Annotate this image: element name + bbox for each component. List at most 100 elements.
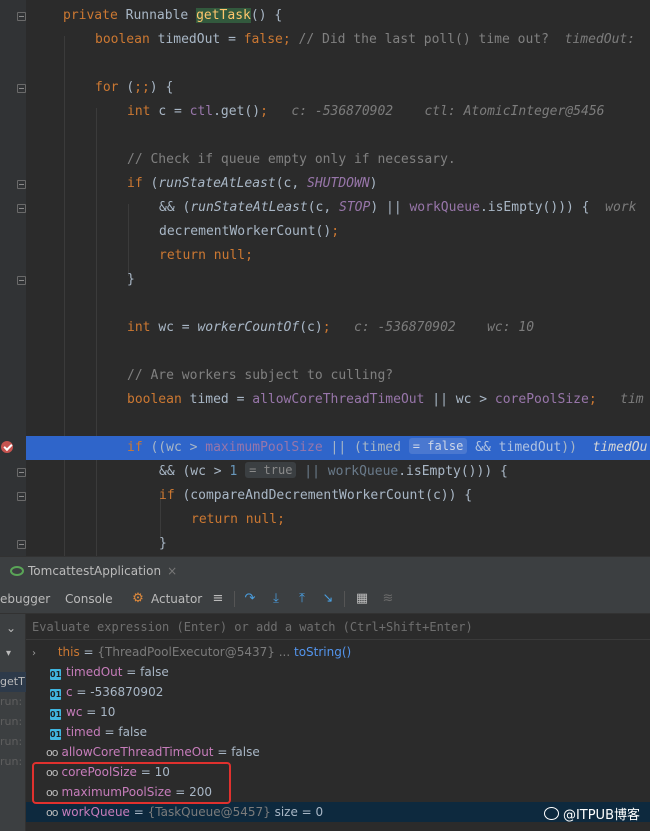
code-token: ; xyxy=(245,248,253,263)
variable-value: 10 xyxy=(100,705,116,719)
variable-row-this[interactable]: › this = {ThreadPoolExecutor@5437} ... t… xyxy=(26,642,650,662)
fold-marker[interactable] xyxy=(17,84,26,93)
fold-marker[interactable] xyxy=(17,276,26,285)
watermark-text: @ITPUB博客 xyxy=(562,808,640,823)
watch-glasses-icon: oo xyxy=(46,806,59,819)
code-token: ; xyxy=(260,104,268,119)
menu-icon[interactable]: ≡ xyxy=(210,590,226,608)
inline-debug-value: wc: 10 xyxy=(487,320,535,335)
primitive-icon: 01 xyxy=(50,669,62,680)
code-token: allowCoreThreadTimeOut xyxy=(252,392,425,407)
step-into-icon[interactable]: ⤓ xyxy=(268,590,284,608)
code-token: maximumPoolSize xyxy=(205,440,323,455)
code-comment: // Check if queue empty only if necessar… xyxy=(127,152,456,167)
stack-frame[interactable]: getT xyxy=(0,672,26,692)
code-token: (compareAndDecrementWorkerCount(c)) { xyxy=(182,488,473,503)
editor-gutter[interactable] xyxy=(0,0,26,556)
code-token: || wc > xyxy=(424,392,495,407)
tab-actuator[interactable]: Actuator xyxy=(151,590,202,608)
code-line-1: private Runnable getTask() { xyxy=(63,4,282,28)
variable-value: false xyxy=(140,665,169,679)
code-token: ; xyxy=(282,32,299,47)
code-token: && (wc > xyxy=(159,464,230,479)
code-token: timedOut = xyxy=(157,32,244,47)
variable-row-wc[interactable]: 01 wc = 10 xyxy=(26,702,650,722)
fold-marker[interactable] xyxy=(17,180,26,189)
code-token: } xyxy=(127,272,135,287)
variable-value: false xyxy=(118,725,147,739)
step-out-icon[interactable]: ⤒ xyxy=(294,590,310,608)
step-over-icon[interactable]: ↷ xyxy=(242,590,258,608)
run-config-tab[interactable]: TomcattestApplication × xyxy=(10,561,177,581)
code-line-4: for (;;) { xyxy=(95,76,173,100)
inline-value-chip: = false xyxy=(408,438,468,454)
inline-debug-value: c: -536870902 xyxy=(291,104,394,119)
stack-frame[interactable]: run: xyxy=(0,752,26,772)
variable-row-timed[interactable]: 01 timed = false xyxy=(26,722,650,742)
fold-marker[interactable] xyxy=(17,540,26,549)
code-token: || (timed xyxy=(322,440,401,455)
primitive-icon: 01 xyxy=(50,709,62,720)
variable-row-allowcorethreadtimeout[interactable]: oo allowCoreThreadTimeOut = false xyxy=(26,742,650,762)
code-line-14: int wc = workerCountOf(c); c: -536870902… xyxy=(127,316,534,340)
variable-row-timedout[interactable]: 01 timedOut = false xyxy=(26,662,650,682)
inline-debug-value: timedOu xyxy=(592,440,648,455)
variable-equals: = xyxy=(213,745,232,759)
code-token: workerCountOf xyxy=(197,320,300,335)
variable-name: this xyxy=(57,645,80,659)
code-token: runStateAtLeast xyxy=(190,200,308,215)
breakpoint-icon[interactable] xyxy=(1,441,13,453)
current-execution-line[interactable]: if ((wc > maximumPoolSize || (timed = fa… xyxy=(26,436,650,460)
code-line-21: if (compareAndDecrementWorkerCount(c)) { xyxy=(159,484,472,508)
code-token: int xyxy=(127,320,159,335)
variable-equals: = xyxy=(100,725,119,739)
evaluate-table-icon[interactable]: ▦ xyxy=(354,590,370,608)
debug-toolbar: ebugger Console ⚙ Actuator ≡ ↷ ⤓ ⤒ ↘ ▦ ≋ xyxy=(0,584,650,614)
trace-icon[interactable]: ≋ xyxy=(380,590,396,608)
inline-debug-value: tim xyxy=(620,392,644,407)
code-token: wc = xyxy=(158,320,198,335)
debug-session-tabbar: TomcattestApplication × xyxy=(0,556,650,584)
code-token: workQueue xyxy=(409,200,480,215)
spring-boot-icon xyxy=(10,566,24,576)
tab-debugger[interactable]: ebugger xyxy=(0,590,50,608)
code-token: boolean xyxy=(127,392,190,407)
variable-equals: = xyxy=(129,805,148,819)
code-token: ;; xyxy=(134,80,150,95)
inline-debug-value: ctl: AtomicInteger@5456 xyxy=(424,104,605,119)
fold-marker[interactable] xyxy=(17,492,26,501)
toolbar-separator xyxy=(234,591,235,607)
frames-panel: ⌄ ▾ getT run: run: run: run: xyxy=(0,614,26,831)
variable-name: allowCoreThreadTimeOut xyxy=(61,745,214,759)
code-token: () { xyxy=(250,8,283,23)
stack-frame[interactable]: run: xyxy=(0,712,26,732)
code-token: || xyxy=(296,464,328,479)
code-token: && ( xyxy=(159,200,191,215)
code-editor[interactable]: private Runnable getTask() { boolean tim… xyxy=(0,0,650,556)
fold-marker[interactable] xyxy=(17,12,26,21)
variable-value: -536870902 xyxy=(90,685,164,699)
code-token: c = xyxy=(158,104,190,119)
close-icon[interactable]: × xyxy=(167,564,177,578)
code-token: SHUTDOWN xyxy=(307,176,370,191)
code-line-7: // Check if queue empty only if necessar… xyxy=(127,148,456,172)
fold-marker[interactable] xyxy=(17,204,26,213)
tab-console[interactable]: Console xyxy=(65,590,113,608)
run-to-cursor-icon[interactable]: ↘ xyxy=(320,590,336,608)
variable-row-c[interactable]: 01 c = -536870902 xyxy=(26,682,650,702)
expand-arrow-icon[interactable]: › xyxy=(26,644,42,664)
code-token: Runnable xyxy=(125,8,197,23)
code-token: ; xyxy=(277,512,285,527)
code-line-2: boolean timedOut = false; // Did the las… xyxy=(95,28,635,52)
code-token: (c, xyxy=(275,176,308,191)
evaluate-expression-input[interactable]: Evaluate expression (Enter) or add a wat… xyxy=(26,614,650,640)
variable-equals: = xyxy=(82,705,101,719)
stack-frame[interactable]: run: xyxy=(0,732,26,752)
fold-marker[interactable] xyxy=(17,468,26,477)
code-token: false xyxy=(243,32,283,47)
method-name: getTask xyxy=(196,8,251,23)
code-token: (c) xyxy=(299,320,323,335)
stack-frame[interactable]: run: xyxy=(0,692,26,712)
code-token: && timedOut xyxy=(467,440,562,455)
to-string-link[interactable]: toString() xyxy=(294,645,351,659)
